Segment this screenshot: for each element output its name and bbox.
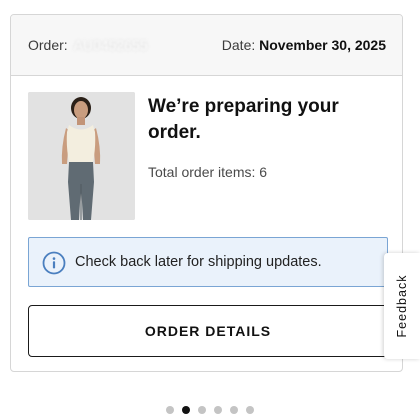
feedback-tab[interactable]: Feedback	[384, 253, 420, 359]
shipping-info-banner: Check back later for shipping updates.	[28, 237, 388, 287]
order-status-page: Order: AU0452655 Date: November 30, 2025	[0, 0, 420, 420]
info-icon	[42, 251, 66, 275]
pager-dot-active[interactable]	[182, 406, 190, 414]
product-image	[28, 92, 135, 220]
product-photo-model	[28, 92, 135, 220]
pager-dot[interactable]	[166, 406, 174, 414]
total-order-items: Total order items: 6	[148, 164, 268, 180]
order-card: Order: AU0452655 Date: November 30, 2025	[10, 14, 403, 372]
order-date: November 30, 2025	[259, 37, 386, 53]
pager-dot[interactable]	[214, 406, 222, 414]
shipping-info-text: Check back later for shipping updates.	[75, 254, 322, 270]
order-card-header: Order: AU0452655 Date: November 30, 2025	[11, 15, 402, 76]
feedback-label: Feedback	[395, 274, 409, 338]
order-number-field: Order: AU0452655	[28, 37, 148, 53]
pager-dot[interactable]	[230, 406, 238, 414]
order-details-button[interactable]: ORDER DETAILS	[28, 305, 388, 357]
pager-dot[interactable]	[198, 406, 206, 414]
order-number: AU0452655	[73, 37, 148, 53]
order-label: Order:	[28, 37, 68, 53]
order-date-field: Date: November 30, 2025	[222, 37, 386, 53]
pager-dot[interactable]	[246, 406, 254, 414]
order-status-title: We’re preparing your order.	[148, 96, 339, 143]
carousel-pagination	[0, 406, 420, 414]
date-label: Date:	[221, 37, 256, 53]
